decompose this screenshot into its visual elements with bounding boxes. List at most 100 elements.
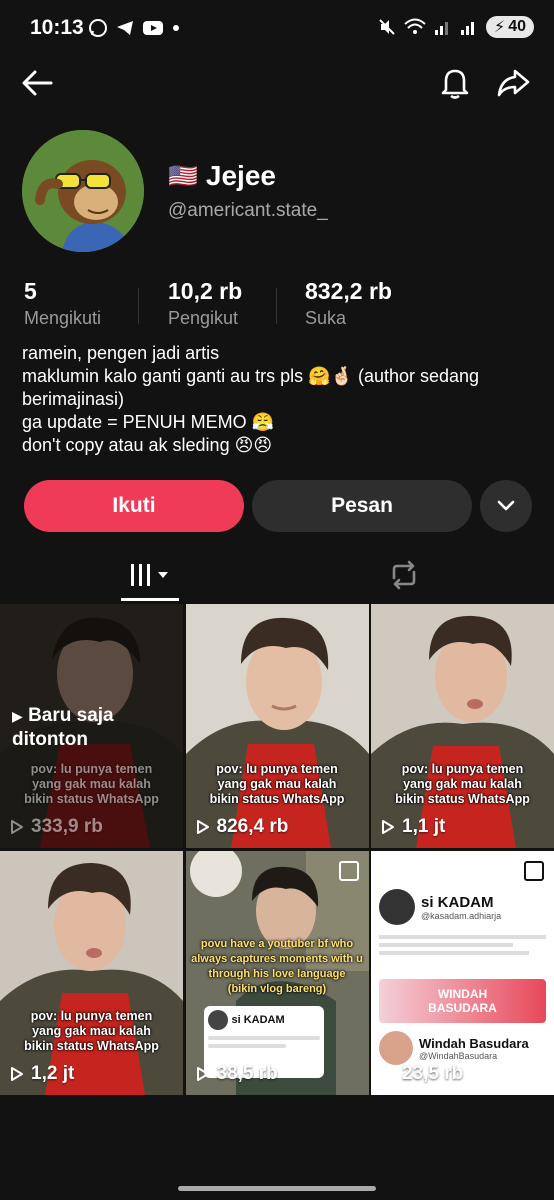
bio-line: berimajinasi) (22, 389, 125, 409)
play-outline-icon (196, 1067, 209, 1081)
profile-card-header: Windah Basudara @WindahBasudara (379, 1031, 529, 1065)
battery-level: 40 (508, 18, 526, 35)
profile-name: Jejee (205, 160, 276, 191)
back-button[interactable] (18, 64, 56, 102)
view-count: 1,2 jt (10, 1063, 74, 1085)
video-caption: povu have a youtuber bf who always captu… (191, 938, 363, 995)
card-text-lines (379, 935, 546, 959)
chevron-down-icon (497, 500, 515, 511)
stat-divider (138, 288, 139, 324)
play-icon: ▶ (12, 708, 23, 724)
top-nav (0, 60, 554, 106)
stat-label: Pengikut (168, 308, 239, 328)
flag-emoji: 🇺🇸 (168, 162, 198, 190)
play-outline-icon (11, 820, 23, 834)
view-count-text: 23,5 rb (402, 1063, 464, 1084)
signal-icon (434, 22, 448, 35)
view-count-text: 333,9 rb (31, 816, 103, 837)
bio-line: maklumin kalo ganti ganti au trs pls 🤗🤞🏻… (22, 366, 480, 386)
bio-line: ga update = PENUH MEMO 😤 (22, 412, 275, 432)
recently-watched-label: ▶ Baru saja ditonton (12, 704, 114, 751)
follow-button[interactable]: Ikuti (24, 480, 244, 532)
video-caption: pov: lu punya temen yang gak mau kalah b… (395, 762, 530, 806)
status-bar: 10:13 ⚡ 40 (0, 0, 554, 58)
telegram-icon (117, 21, 133, 35)
card-line (207, 1036, 320, 1040)
view-count-text: 826,4 rb (216, 816, 289, 837)
share-button[interactable] (494, 64, 532, 102)
card-name: si KADAM (231, 1014, 285, 1026)
view-count: 826,4 rb (196, 816, 289, 838)
stat-value: 832,2 rb (305, 278, 392, 304)
video-scene-image (185, 604, 369, 848)
notification-icons (88, 18, 181, 38)
message-button[interactable]: Pesan (252, 480, 472, 532)
monkey-avatar-image (22, 130, 144, 252)
bell-icon (441, 69, 469, 99)
signal-icon (460, 22, 474, 35)
avatar (207, 1010, 228, 1030)
recently-watched-text: Baru saja ditonton (12, 705, 114, 750)
profile-handle: @americant.state_ (168, 200, 328, 221)
video-scene-image (371, 604, 554, 848)
dot-icon (173, 25, 179, 31)
videos-grid-icon (131, 564, 168, 586)
view-count-text: 38,5 rb (216, 1063, 278, 1084)
card-handle: @kasadam.adhiarja (421, 910, 502, 921)
battery-indicator: ⚡ 40 (485, 16, 534, 38)
system-icons: ⚡ 40 (378, 16, 534, 38)
video-caption: pov: lu punya temen yang gak mau kalah b… (209, 762, 345, 806)
avatar (379, 889, 415, 925)
view-count: 1,1 jt (381, 816, 445, 838)
share-icon (497, 69, 530, 97)
notification-bell-button[interactable] (436, 64, 474, 102)
repost-icon (392, 560, 416, 590)
multi-image-icon (338, 861, 359, 881)
video-caption: pov: lu punya temen yang gak mau kalah b… (24, 762, 159, 806)
mute-icon (379, 19, 395, 35)
whatsapp-icon (89, 19, 107, 37)
home-indicator[interactable] (178, 1186, 376, 1191)
card-name: si KADAM (421, 893, 494, 911)
stat-likes[interactable]: 832,2 rb Suka (305, 278, 392, 329)
stat-followers[interactable]: 10,2 rb Pengikut (168, 278, 242, 329)
video-thumbnail[interactable]: pov: lu punya temen yang gak mau kalah b… (185, 604, 369, 848)
clock: 10:13 (30, 16, 84, 39)
active-tab-indicator (121, 598, 179, 601)
video-grid: ▶ Baru saja ditonton pov: lu punya temen… (0, 604, 554, 1095)
channel-banner: WINDAH BASUDARA (379, 979, 546, 1023)
view-count-text: 1,2 jt (31, 1063, 75, 1084)
view-count-text: 1,1 jt (402, 816, 446, 837)
profile-stats: 5 Mengikuti 10,2 rb Pengikut 832,2 rb Su… (0, 278, 554, 338)
stat-following[interactable]: 5 Mengikuti (24, 278, 101, 329)
view-count: 333,9 rb (10, 816, 103, 838)
profile-tabs (0, 550, 554, 601)
back-arrow-icon (22, 70, 53, 96)
view-count: 38,5 rb (196, 1063, 278, 1085)
play-outline-icon (11, 1067, 23, 1081)
tab-videos[interactable] (121, 550, 179, 600)
multi-image-icon (524, 861, 544, 881)
bio-line: ramein, pengen jadi artis (22, 343, 220, 363)
bio-line: don't copy atau ak sleding 😠😠 (22, 435, 273, 455)
play-outline-icon (196, 820, 209, 834)
view-count: 23,5 rb (381, 1063, 463, 1085)
profile-card-header: si KADAM @kasadam.adhiarja (379, 889, 501, 925)
play-outline-icon (382, 820, 394, 834)
video-thumbnail[interactable]: si KADAM @kasadam.adhiarja WINDAH BASUDA… (371, 851, 554, 1095)
video-thumbnail[interactable]: ▶ Baru saja ditonton pov: lu punya temen… (0, 604, 183, 848)
tab-reposts[interactable] (376, 550, 432, 600)
avatar (379, 1031, 413, 1065)
stat-value: 10,2 rb (168, 278, 243, 304)
stat-label: Mengikuti (24, 308, 102, 328)
video-caption: pov: lu punya temen yang gak mau kalah b… (24, 1009, 159, 1053)
stat-value: 5 (24, 278, 37, 304)
stat-label: Suka (305, 308, 347, 328)
video-thumbnail[interactable]: pov: lu punya temen yang gak mau kalah b… (0, 851, 183, 1095)
video-thumbnail[interactable]: povu have a youtuber bf who always captu… (185, 851, 369, 1095)
more-options-button[interactable] (480, 480, 532, 532)
video-thumbnail[interactable]: pov: lu punya temen yang gak mau kalah b… (371, 604, 554, 848)
card-handle: @WindahBasudara (419, 1050, 498, 1061)
avatar[interactable] (22, 130, 144, 252)
stat-divider (276, 288, 277, 324)
